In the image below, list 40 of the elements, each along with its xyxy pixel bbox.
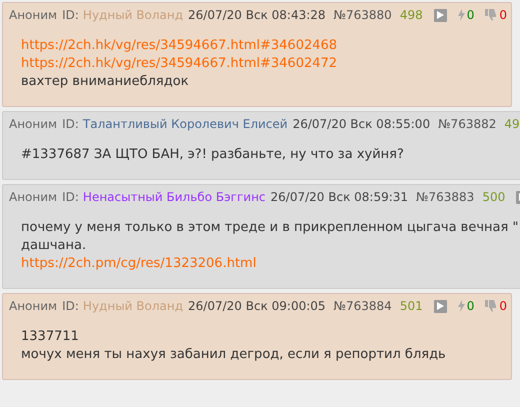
id-label: ID: [62, 299, 79, 313]
thumbs-down-icon[interactable] [485, 300, 498, 312]
dislike-count: 0 [499, 299, 508, 313]
author-label: Аноним [9, 190, 58, 204]
like-count: 0 [466, 8, 474, 22]
post-text: 1337711 [21, 328, 80, 346]
post-date: 26/07/20 Вск 08:43:28 [188, 8, 326, 22]
post-text: мочух меня ты нахуя забанил дегрод, если я репортил блядь [21, 346, 447, 364]
author-label: Аноним [9, 299, 58, 313]
poster-name: Нудный Воланд [82, 299, 184, 313]
dislike-count: 0 [499, 8, 508, 22]
post-index: 49 [504, 117, 520, 131]
thumbs-down-icon[interactable] [485, 9, 498, 21]
post-date: 26/07/20 Вск 08:55:00 [292, 117, 430, 131]
post-number[interactable]: №763880 [334, 8, 392, 22]
poster-name: Нудный Воланд [82, 8, 184, 22]
like-count: 0 [466, 299, 474, 313]
post-text: дашчана. [21, 237, 88, 255]
post-text: вахтер вниманиеблядок [21, 73, 190, 91]
play-icon[interactable] [434, 300, 447, 312]
author-label: Аноним [9, 8, 58, 22]
post-number[interactable]: №763883 [416, 190, 474, 204]
poster-name: Талантливый Королевич Елисей [82, 117, 288, 131]
id-label: ID: [62, 190, 79, 204]
post-text: #1337687 ЗА ЩТО БАН, э?! разбаньте, ну что за хуйня? [21, 146, 405, 164]
poster-name: Ненасытный Бильбо Бэггинс [82, 190, 266, 204]
play-icon[interactable] [434, 8, 447, 22]
post-date: 26/07/20 Вск 09:00:05 [188, 299, 326, 313]
id-label: ID: [62, 8, 79, 22]
author-label: Аноним [9, 117, 58, 131]
id-label: ID: [62, 117, 79, 131]
post-text: почему у меня только в этом треде и в прикрепленном цыгача вечная " [21, 219, 520, 237]
post-index: 501 [400, 299, 423, 313]
lightning-icon[interactable] [458, 300, 465, 312]
lightning-icon[interactable] [458, 9, 465, 21]
post-number[interactable]: №763884 [334, 299, 392, 313]
post-date: 26/07/20 Вск 08:59:31 [270, 190, 408, 204]
post-index: 498 [400, 8, 423, 22]
post-index: 500 [482, 190, 506, 204]
post-number[interactable]: №763882 [438, 117, 496, 131]
